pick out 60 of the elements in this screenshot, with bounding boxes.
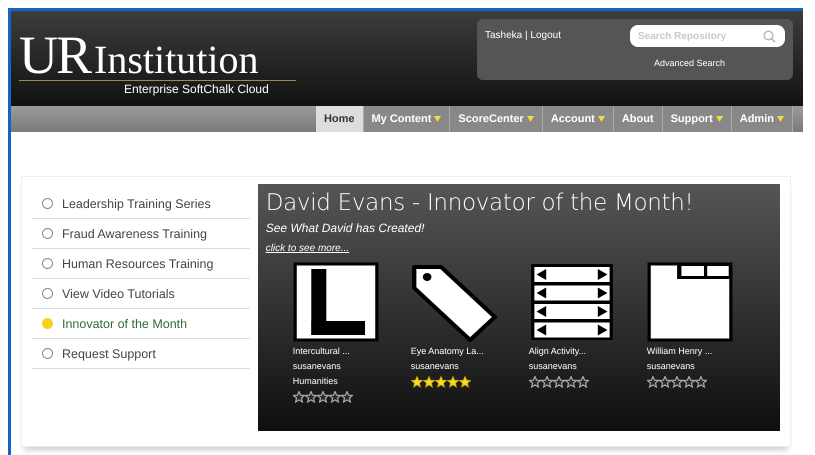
radio-icon bbox=[42, 288, 53, 299]
nav-tab[interactable]: Admin bbox=[732, 106, 793, 132]
item-category: Humanities bbox=[292, 375, 338, 388]
arrow-rows-icon[interactable] bbox=[528, 262, 615, 342]
star-icon bbox=[694, 376, 707, 388]
star-icon bbox=[340, 391, 353, 403]
sidebar-item[interactable]: Innovator of the Month bbox=[32, 309, 250, 339]
advanced-search-link[interactable]: Advanced Search bbox=[654, 58, 725, 68]
star-icon bbox=[434, 376, 447, 388]
sidebar-item[interactable]: View Video Tutorials bbox=[32, 279, 250, 309]
sidebar-item[interactable]: Leadership Training Series bbox=[32, 189, 250, 219]
sidebar-item[interactable]: Fraud Awareness Training bbox=[32, 219, 250, 249]
star-icon bbox=[540, 376, 553, 388]
star-icon bbox=[576, 376, 589, 388]
item-title[interactable]: William Henry ... bbox=[646, 344, 712, 359]
star-icon bbox=[316, 391, 329, 403]
star-icon bbox=[410, 376, 423, 388]
item-author: susanevans bbox=[292, 360, 341, 373]
logo-text: Institution bbox=[94, 40, 258, 80]
feature-title: David Evans - Innovator of the Month! bbox=[266, 190, 694, 216]
star-icon bbox=[682, 376, 695, 388]
star-icon bbox=[658, 376, 671, 388]
item-author: susanevans bbox=[528, 360, 577, 373]
star-icon bbox=[422, 376, 435, 388]
item-title[interactable]: Intercultural ... bbox=[292, 344, 350, 359]
star-icon bbox=[646, 376, 659, 388]
nav-tab[interactable]: Home bbox=[316, 106, 364, 132]
nav-tab[interactable]: ScoreCenter bbox=[450, 106, 543, 132]
nav-tab[interactable]: About bbox=[614, 106, 663, 132]
star-icon bbox=[458, 376, 471, 388]
radio-icon bbox=[42, 258, 53, 269]
radio-icon bbox=[42, 318, 53, 329]
see-more-link[interactable]: click to see more... bbox=[266, 243, 350, 254]
radio-icon bbox=[42, 348, 53, 359]
radio-icon bbox=[42, 228, 53, 239]
l-shape-icon[interactable] bbox=[292, 262, 379, 342]
star-icon bbox=[552, 376, 565, 388]
star-icon bbox=[670, 376, 683, 388]
star-icon bbox=[292, 391, 305, 403]
radio-icon bbox=[42, 198, 53, 209]
star-icon bbox=[564, 376, 577, 388]
item-author: susanevans bbox=[410, 360, 459, 373]
nav-tab[interactable]: Account bbox=[542, 106, 614, 132]
feature-subtitle: See What David has Created! bbox=[266, 221, 426, 235]
star-icon bbox=[328, 391, 341, 403]
nav-tab[interactable]: My Content bbox=[364, 106, 450, 132]
sidebar-item[interactable]: Request Support bbox=[32, 339, 250, 369]
logo-text: UR bbox=[19, 31, 90, 79]
nav-tab[interactable]: Support bbox=[662, 106, 732, 132]
layout-icon[interactable] bbox=[646, 262, 733, 342]
item-title[interactable]: Align Activity... bbox=[528, 344, 586, 359]
item-author: susanevans bbox=[646, 360, 695, 373]
sidebar-item[interactable]: Human Resources Training bbox=[32, 249, 250, 279]
star-icon bbox=[528, 376, 541, 388]
item-title[interactable]: Eye Anatomy La... bbox=[410, 344, 484, 359]
star-icon bbox=[446, 376, 459, 388]
star-icon bbox=[304, 391, 317, 403]
user-logout-link[interactable]: Tasheka | Logout bbox=[485, 30, 561, 41]
tagline: Enterprise SoftChalk Cloud bbox=[124, 82, 270, 96]
tag-icon[interactable] bbox=[410, 262, 497, 342]
